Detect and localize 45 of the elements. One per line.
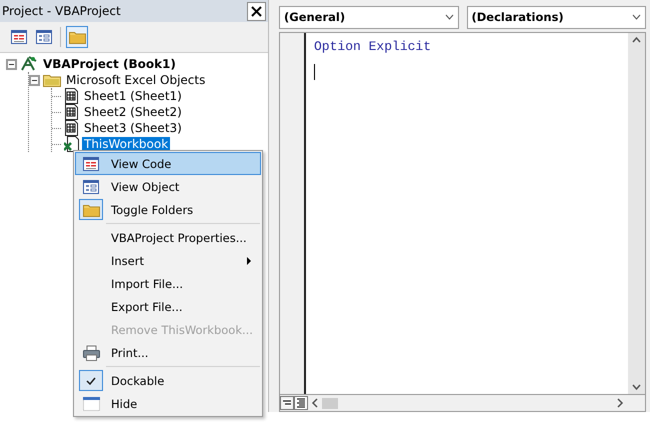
object-dropdown[interactable]: (General) (279, 6, 458, 28)
form-window-icon (83, 180, 99, 194)
printer-icon (82, 344, 100, 360)
menu-item[interactable]: Import File... (75, 272, 261, 295)
close-icon[interactable] (247, 2, 266, 20)
module-view-icon[interactable] (294, 396, 308, 410)
menu-item[interactable]: Print... (75, 341, 261, 364)
menu-item[interactable]: Toggle Folders (75, 198, 261, 221)
folder-icon (43, 73, 61, 87)
folder-icon (68, 30, 86, 44)
menu-item[interactable]: Dockable (75, 369, 261, 392)
collapse-toggle[interactable] (6, 58, 17, 70)
code-line: Option Explicit (314, 39, 432, 54)
tree-item[interactable]: Sheet3 (Sheet3) (82, 121, 184, 135)
sheet-icon (64, 120, 79, 136)
chevron-down-icon (444, 14, 454, 20)
tree-item[interactable]: Sheet1 (Sheet1) (82, 89, 184, 103)
procedure-dropdown[interactable]: (Declarations) (466, 6, 646, 28)
menu-item[interactable]: View Object (75, 175, 261, 198)
workbook-icon (64, 136, 79, 152)
tree-item[interactable]: Microsoft Excel Objects (64, 73, 208, 87)
sheet-icon (64, 104, 79, 120)
tree-item[interactable]: ThisWorkbook (82, 137, 170, 151)
window-icon (82, 396, 100, 410)
form-window-icon (36, 30, 52, 44)
tree-item[interactable]: Sheet2 (Sheet2) (82, 105, 184, 119)
horizontal-scrollbar[interactable] (279, 395, 646, 412)
vertical-scrollbar[interactable] (628, 33, 645, 394)
toolbar-button[interactable] (66, 26, 88, 48)
menu-item[interactable]: VBAProject Properties... (75, 226, 261, 249)
menu-item[interactable]: Insert (75, 249, 261, 272)
code-window-icon (83, 156, 99, 170)
folder-icon (82, 202, 100, 216)
panel-title: Project - VBAProject (2, 4, 121, 18)
menu-item[interactable]: Hide (75, 392, 261, 415)
tree-item[interactable]: VBAProject (Book1) (41, 57, 178, 71)
code-window-icon (11, 30, 27, 44)
sheet-icon (64, 88, 79, 104)
menu-item[interactable]: Export File... (75, 295, 261, 318)
collapse-toggle[interactable] (29, 74, 40, 86)
chevron-down-icon (632, 14, 641, 20)
scroll-thumb[interactable] (322, 398, 338, 408)
menu-item[interactable]: View Code (75, 152, 261, 175)
procedure-view-icon[interactable] (280, 396, 294, 410)
project-icon (20, 56, 38, 72)
